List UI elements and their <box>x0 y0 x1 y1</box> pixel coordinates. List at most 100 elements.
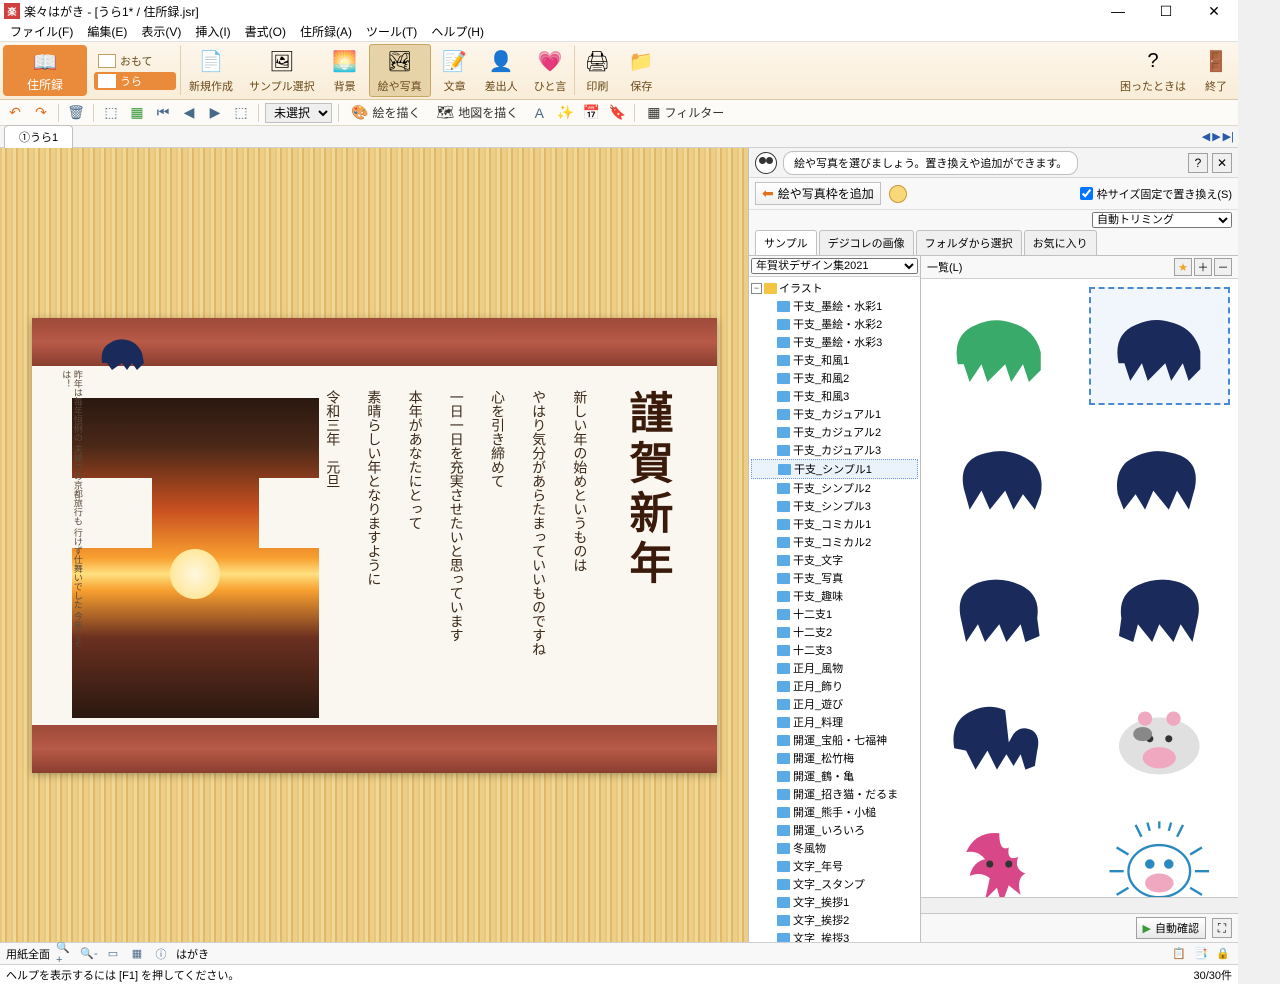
panel-close-button[interactable]: ✕ <box>1212 153 1232 173</box>
view-mode-2-button[interactable]: ▦ <box>128 945 146 963</box>
tab-prev-button[interactable]: ◀ <box>1202 130 1210 143</box>
menu-tools[interactable]: ツール(T) <box>360 21 423 42</box>
tree-item[interactable]: 正月_風物 <box>751 659 918 677</box>
tree-item[interactable]: 干支_シンプル3 <box>751 497 918 515</box>
tree-item[interactable]: 文字_挨拶1 <box>751 893 918 911</box>
close-button[interactable]: ✕ <box>1194 3 1234 20</box>
postcard-body5[interactable]: 本年があなたにとって <box>401 390 426 711</box>
tab-digicolle[interactable]: デジコレの画像 <box>819 230 914 255</box>
front-side-button[interactable]: おもて <box>94 52 176 70</box>
menu-view[interactable]: 表示(V) <box>135 21 187 42</box>
undo-button[interactable]: ↶ <box>4 102 26 124</box>
tree-item[interactable]: 十二支3 <box>751 641 918 659</box>
postcard-body3[interactable]: 心を引き締めて <box>484 390 509 711</box>
zoom-in-page-button[interactable]: 🔍+ <box>56 945 74 963</box>
help-button[interactable]: ?困ったときは <box>1112 42 1194 99</box>
addressbook-button[interactable]: 📖 住所録 <box>3 45 87 96</box>
new-button[interactable]: 📄新規作成 <box>181 42 241 99</box>
background-button[interactable]: 🌅背景 <box>323 42 367 99</box>
tree-item[interactable]: 正月_料理 <box>751 713 918 731</box>
filter-button[interactable]: ▦フィルター <box>641 102 730 123</box>
menu-file[interactable]: ファイル(F) <box>4 21 79 42</box>
collapse-icon[interactable]: − <box>751 283 762 294</box>
tree-item[interactable]: 文字_挨拶2 <box>751 911 918 929</box>
menu-addressbook[interactable]: 住所録(A) <box>294 21 358 42</box>
tree-item[interactable]: 干支_趣味 <box>751 587 918 605</box>
menu-help[interactable]: ヘルプ(H) <box>425 21 490 42</box>
postcard-body2[interactable]: やはり気分があらたまっていいものですね <box>525 390 550 711</box>
postcard-title[interactable]: 謹賀新年 <box>607 390 686 711</box>
thumbnail-cow-8[interactable] <box>1089 677 1231 795</box>
next-button[interactable]: ▶ <box>204 102 226 124</box>
tree-item[interactable]: 干支_墨絵・水彩2 <box>751 315 918 333</box>
tree-item[interactable]: 干支_シンプル2 <box>751 479 918 497</box>
tree-item[interactable]: 開運_いろいろ <box>751 821 918 839</box>
tree-item[interactable]: 干支_シンプル1 <box>751 459 918 479</box>
add-image-frame-button[interactable]: ⬅絵や写真枠を追加 <box>755 182 881 205</box>
tree-item[interactable]: 開運_招き猫・だるま <box>751 785 918 803</box>
sample-button[interactable]: 🖼サンプル選択 <box>241 42 323 99</box>
canvas[interactable]: 令和三年 元旦 素晴らしい年となりますように 本年があなたにとって 一日一日を充… <box>0 148 748 942</box>
tab-ura1[interactable]: ①うら1 <box>4 125 73 148</box>
calendar-button[interactable]: 📅 <box>580 102 602 124</box>
postcard-body6[interactable]: 素晴らしい年となりますように <box>360 390 385 711</box>
postcard-date[interactable]: 令和三年 元旦 <box>319 390 344 711</box>
back-side-button[interactable]: うら <box>94 72 176 90</box>
tree-item[interactable]: 開運_宝船・七福神 <box>751 731 918 749</box>
tab-sample[interactable]: サンプル <box>755 230 817 255</box>
zoom-out-button[interactable]: － <box>1214 258 1232 276</box>
zoom-out-page-button[interactable]: 🔍- <box>80 945 98 963</box>
postcard-body1[interactable]: 新しい年の始めというものは <box>566 390 591 711</box>
tree-item[interactable]: 干支_和風1 <box>751 351 918 369</box>
tree-item[interactable]: 文字_挨拶3 <box>751 929 918 942</box>
tree-item[interactable]: 干支_写真 <box>751 569 918 587</box>
text-button[interactable]: 📝文章 <box>433 42 477 99</box>
print-button[interactable]: 🖨印刷 <box>575 42 619 99</box>
delete-button[interactable]: 🗑 <box>65 102 87 124</box>
grid-button[interactable]: ▦ <box>126 102 148 124</box>
selection-dropdown[interactable]: 未選択 <box>265 103 332 123</box>
minimize-button[interactable]: — <box>1098 3 1138 20</box>
tree-item[interactable]: 正月_遊び <box>751 695 918 713</box>
thumbnail-cow-7[interactable] <box>929 677 1071 795</box>
tab-next-button[interactable]: ▶ <box>1212 130 1220 143</box>
exit-button[interactable]: 🚪終了 <box>1194 42 1238 99</box>
tree-item[interactable]: 文字_スタンプ <box>751 875 918 893</box>
tree-item[interactable]: 十二支1 <box>751 605 918 623</box>
menu-insert[interactable]: 挿入(I) <box>189 21 236 42</box>
expand-button[interactable]: ⛶ <box>1212 918 1232 938</box>
save-button[interactable]: 📁保存 <box>619 42 663 99</box>
collection-select[interactable]: 年賀状デザイン集2021 <box>751 258 918 274</box>
tree-item[interactable]: 干支_カジュアル2 <box>751 423 918 441</box>
picture-button[interactable]: 🏞絵や写真 <box>369 44 431 97</box>
info-button[interactable]: ⓘ <box>152 945 170 963</box>
effect-button[interactable]: ✨ <box>554 102 576 124</box>
tree-item[interactable]: 干支_和風2 <box>751 369 918 387</box>
maximize-button[interactable]: ☐ <box>1146 3 1186 20</box>
horizontal-scrollbar[interactable] <box>921 897 1238 913</box>
tree-item[interactable]: 干支_カジュアル1 <box>751 405 918 423</box>
trim-mode-select[interactable]: 自動トリミング <box>1092 212 1232 228</box>
thumbnail-cow-9[interactable] <box>929 807 1071 897</box>
tree-item[interactable]: 干支_コミカル1 <box>751 515 918 533</box>
copy-button[interactable]: 📑 <box>1192 945 1210 963</box>
redo-button[interactable]: ↷ <box>30 102 52 124</box>
sender-button[interactable]: 👤差出人 <box>477 42 526 99</box>
thumbnail-cow-4[interactable] <box>1089 417 1231 535</box>
tab-last-button[interactable]: ▶| <box>1223 130 1234 143</box>
category-tree[interactable]: −イラスト 干支_墨絵・水彩1干支_墨絵・水彩2干支_墨絵・水彩3干支_和風1干… <box>749 277 920 942</box>
tree-item[interactable]: 十二支2 <box>751 623 918 641</box>
menu-format[interactable]: 書式(O) <box>239 21 292 42</box>
menu-edit[interactable]: 編集(E) <box>81 21 133 42</box>
tree-item[interactable]: 干支_カジュアル3 <box>751 441 918 459</box>
fix-frame-checkbox[interactable]: 枠サイズ固定で置き換え(S) <box>1080 186 1232 202</box>
crop-button[interactable]: ⬚ <box>230 102 252 124</box>
postcard[interactable]: 令和三年 元旦 素晴らしい年となりますように 本年があなたにとって 一日一日を充… <box>32 318 717 773</box>
postcard-small-text[interactable]: 昨年は毎年恒例の 夫婦での京都旅行も 行けず仕舞いでした 今年こそは！ <box>60 370 83 663</box>
thumbnail-cow-5[interactable] <box>929 547 1071 665</box>
tab-favorite[interactable]: お気に入り <box>1024 230 1097 255</box>
tree-item[interactable]: 干支_墨絵・水彩3 <box>751 333 918 351</box>
tree-root[interactable]: −イラスト <box>751 279 918 297</box>
layer-button[interactable]: 📋 <box>1170 945 1188 963</box>
thumbnail-cow-2[interactable] <box>1089 287 1231 405</box>
